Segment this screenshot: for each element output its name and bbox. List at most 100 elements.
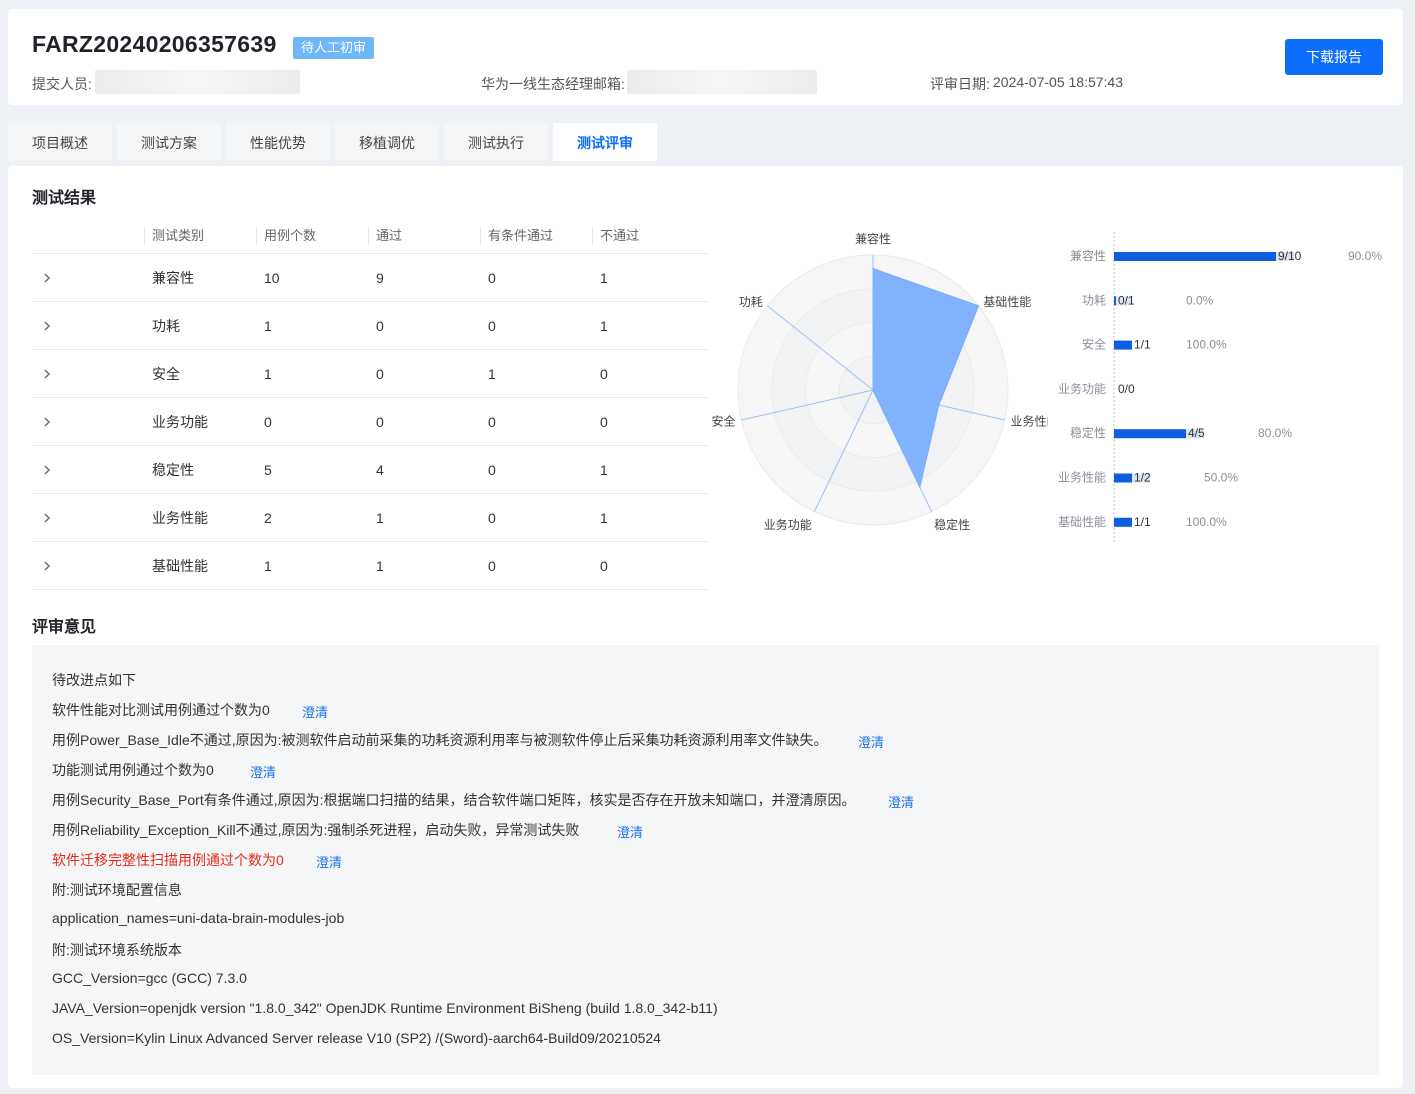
column-header-total: 用例个数 <box>264 228 317 243</box>
row-category: 安全 <box>152 366 180 382</box>
column-separator <box>368 228 369 244</box>
tab-overview[interactable]: 项目概述 <box>8 123 112 161</box>
table-header: 测试类别 用例个数 通过 有条件通过 不通过 <box>32 220 707 254</box>
row-fail: 0 <box>600 414 608 430</box>
chevron-right-icon[interactable] <box>40 559 54 573</box>
bar-value <box>1114 252 1276 261</box>
bar-value-label: 1/2 <box>1134 471 1151 485</box>
review-line: 用例Reliability_Exception_Kill不通过,原因为:强制杀死… <box>52 822 580 838</box>
chevron-right-icon[interactable] <box>40 367 54 381</box>
radar-axis-label: 安全 <box>712 413 736 428</box>
row-fail: 0 <box>600 366 608 382</box>
table-row[interactable]: 安全 1 0 1 0 <box>32 350 707 398</box>
bar-percent-label: 100.0% <box>1186 515 1227 529</box>
row-fail: 1 <box>600 462 608 478</box>
row-conditional: 0 <box>488 414 496 430</box>
review-line: application_names=uni-data-brain-modules… <box>52 910 345 926</box>
bar-value <box>1114 429 1186 439</box>
tab-performance[interactable]: 性能优势 <box>226 123 330 161</box>
row-category: 兼容性 <box>152 270 194 286</box>
clarify-link[interactable]: 澄清 <box>316 852 342 871</box>
bar-value <box>1114 473 1132 483</box>
row-total: 1 <box>264 318 272 334</box>
bar-category-label: 安全 <box>1082 337 1106 352</box>
row-conditional: 0 <box>488 510 496 526</box>
table-row[interactable]: 业务性能 2 1 0 1 <box>32 494 707 542</box>
radar-axis-label: 稳定性 <box>934 517 970 532</box>
submitter-label: 提交人员: <box>32 76 92 92</box>
row-total: 2 <box>264 510 272 526</box>
chevron-right-icon[interactable] <box>40 511 54 525</box>
review-line: 待改进点如下 <box>52 672 136 688</box>
row-fail: 0 <box>600 558 608 574</box>
review-line: 用例Security_Base_Port有条件通过,原因为:根据端口扫描的结果，… <box>52 792 856 808</box>
table-row[interactable]: 业务功能 0 0 0 0 <box>32 398 707 446</box>
bar-percent-label: 0.0% <box>1186 293 1214 307</box>
clarify-link[interactable]: 澄清 <box>888 792 914 811</box>
results-table: 测试类别 用例个数 通过 有条件通过 不通过 兼容性 10 9 0 1 功耗 1… <box>32 220 707 590</box>
column-header-conditional: 有条件通过 <box>488 228 554 243</box>
submitter-value-redacted <box>95 70 300 94</box>
row-total: 0 <box>264 414 272 430</box>
radar-axis-label: 功耗 <box>739 295 763 309</box>
table-row[interactable]: 兼容性 10 9 0 1 <box>32 254 707 302</box>
clarify-link[interactable]: 澄清 <box>250 762 276 781</box>
project-id: FARZ20240206357639 <box>32 31 277 57</box>
column-header-category: 测试类别 <box>152 228 205 243</box>
row-pass: 1 <box>376 510 384 526</box>
clarify-link[interactable]: 澄清 <box>858 732 884 751</box>
row-fail: 1 <box>600 510 608 526</box>
table-row[interactable]: 功耗 1 0 0 1 <box>32 302 707 350</box>
results-title: 测试结果 <box>32 190 97 207</box>
radar-axis-label: 业务功能 <box>764 517 812 532</box>
bar-category-label: 功耗 <box>1082 293 1106 307</box>
review-line: 附:测试环境系统版本 <box>52 942 182 958</box>
chevron-right-icon[interactable] <box>40 271 54 285</box>
table-row[interactable]: 稳定性 5 4 0 1 <box>32 446 707 494</box>
clarify-link[interactable]: 澄清 <box>302 702 328 721</box>
review-comments: 待改进点如下 软件性能对比测试用例通过个数为0 澄清 用例Power_Base_Idl… <box>32 645 1379 1075</box>
row-pass: 0 <box>376 318 384 334</box>
row-category: 业务性能 <box>152 510 208 526</box>
tab-test-plan[interactable]: 测试方案 <box>117 123 221 161</box>
row-total: 1 <box>264 366 272 382</box>
chevron-right-icon[interactable] <box>40 319 54 333</box>
bar-percent-label: 50.0% <box>1204 471 1238 485</box>
review-line: 功能测试用例通过个数为0 <box>52 762 214 778</box>
row-category: 功耗 <box>152 318 180 334</box>
radar-axis-label: 业务性能 <box>1010 413 1048 428</box>
bar-category-label: 业务功能 <box>1058 381 1106 396</box>
review-line: OS_Version=Kylin Linux Advanced Server r… <box>52 1030 661 1046</box>
bar-value <box>1114 517 1132 527</box>
review-line: 用例Power_Base_Idle不通过,原因为:被测软件启动前采集的功耗资源利… <box>52 732 828 748</box>
download-report-button[interactable]: 下载报告 <box>1285 39 1383 75</box>
row-total: 5 <box>264 462 272 478</box>
review-line: 软件迁移完整性扫描用例通过个数为0 <box>52 852 284 868</box>
bar-value-label: 0/1 <box>1118 293 1135 307</box>
chevron-right-icon[interactable] <box>40 463 54 477</box>
review-date-label: 评审日期: <box>930 76 990 92</box>
review-line: GCC_Version=gcc (GCC) 7.3.0 <box>52 970 247 986</box>
bar-value <box>1114 296 1116 306</box>
chevron-right-icon[interactable] <box>40 415 54 429</box>
column-header-pass: 通过 <box>376 228 403 243</box>
tab-porting[interactable]: 移植调优 <box>335 123 439 161</box>
clarify-link[interactable]: 澄清 <box>617 822 643 841</box>
row-conditional: 0 <box>488 462 496 478</box>
row-conditional: 0 <box>488 558 496 574</box>
row-total: 10 <box>264 270 280 286</box>
manager-email-redacted <box>627 70 817 94</box>
bar-value-label: 0/0 <box>1118 382 1135 396</box>
table-row[interactable]: 基础性能 1 1 0 0 <box>32 542 707 590</box>
row-category: 业务功能 <box>152 414 208 430</box>
bar-category-label: 兼容性 <box>1070 248 1106 263</box>
bar-value-label: 4/5 <box>1188 426 1205 440</box>
radar-chart: 兼容性基础性能业务性能稳定性 业务功能 安全 功耗 <box>712 232 1048 532</box>
tab-execution[interactable]: 测试执行 <box>444 123 548 161</box>
bar-value-label: 1/1 <box>1134 338 1151 352</box>
tab-review[interactable]: 测试评审 <box>553 123 657 161</box>
column-separator <box>144 228 145 244</box>
column-header-fail: 不通过 <box>600 228 640 243</box>
review-panel: 测试结果 测试类别 用例个数 通过 有条件通过 不通过 兼容性 10 9 0 1… <box>8 166 1403 1088</box>
row-pass: 9 <box>376 270 384 286</box>
